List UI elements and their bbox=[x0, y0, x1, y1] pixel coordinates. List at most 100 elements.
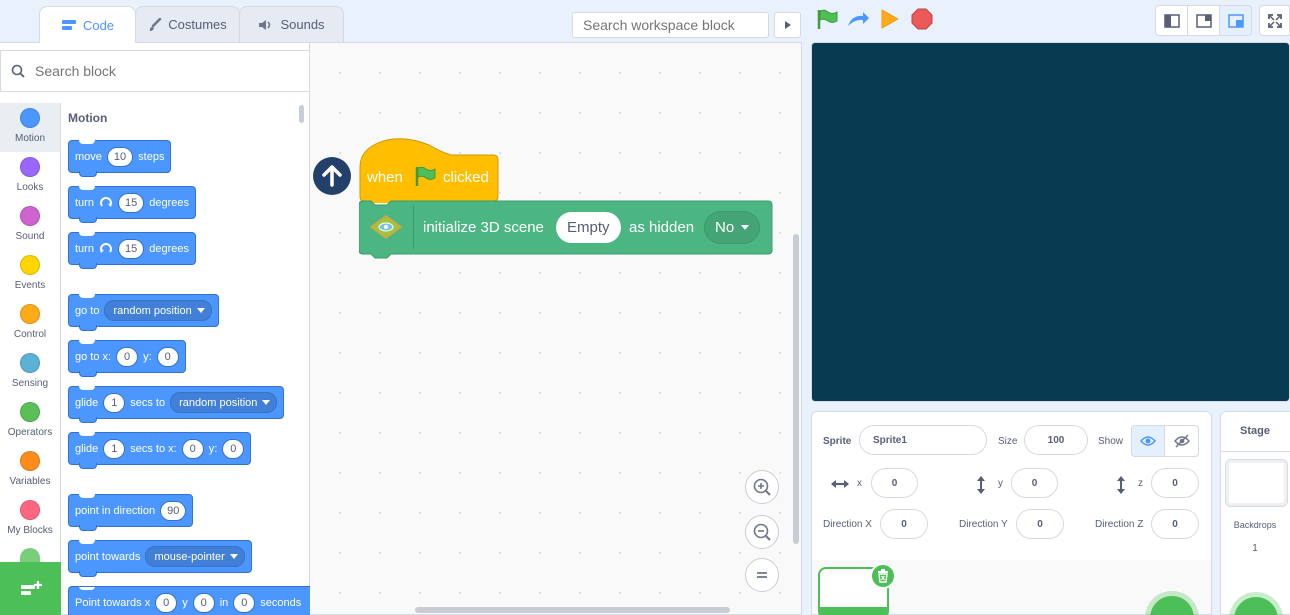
category-motion[interactable]: Motion bbox=[0, 103, 60, 152]
direction-x-input[interactable]: 0 bbox=[880, 509, 928, 539]
direction-input[interactable]: 90 bbox=[160, 500, 187, 521]
normal-stage-button[interactable] bbox=[1187, 5, 1220, 36]
green-flag-icon[interactable] bbox=[816, 8, 838, 30]
fullscreen-button[interactable] bbox=[1259, 5, 1290, 36]
palette-scrollbar[interactable] bbox=[299, 105, 304, 123]
tab-costumes[interactable]: Costumes bbox=[135, 6, 240, 42]
zoom-reset-button[interactable] bbox=[745, 558, 779, 592]
glide-target-dropdown[interactable]: random position bbox=[170, 392, 278, 413]
speaker-icon bbox=[258, 18, 274, 32]
sprite-name-input[interactable]: Sprite1 bbox=[859, 425, 987, 455]
y-input[interactable]: 0 bbox=[156, 346, 179, 367]
initialize-3d-scene-block[interactable]: initialize 3D scene Empty as hidden No bbox=[359, 200, 773, 263]
secs-input[interactable]: 1 bbox=[103, 438, 126, 459]
category-label: Motion bbox=[14, 133, 45, 144]
scene-input[interactable]: Empty bbox=[556, 212, 621, 243]
category-variables[interactable]: Variables bbox=[0, 446, 60, 495]
category-label: Sound bbox=[15, 231, 45, 242]
category-operators[interactable]: Operators bbox=[0, 397, 60, 446]
x-input[interactable]: 0 bbox=[116, 346, 139, 367]
zoom-in-button[interactable] bbox=[745, 470, 779, 504]
tab-sounds-label: Sounds bbox=[280, 17, 325, 32]
y-label: y bbox=[998, 478, 1003, 489]
workspace-vscrollbar[interactable] bbox=[793, 234, 799, 544]
x-position-input[interactable]: 0 bbox=[871, 468, 918, 498]
zoom-out-button[interactable] bbox=[745, 515, 779, 549]
sound-dot-icon bbox=[20, 206, 40, 226]
z-position-input[interactable]: 0 bbox=[1151, 468, 1199, 498]
block-text: point in direction bbox=[75, 504, 156, 517]
stage-title: Stage bbox=[1220, 411, 1290, 452]
block-text: secs to x: bbox=[130, 442, 177, 455]
block-move-steps[interactable]: move 10 steps bbox=[68, 140, 172, 177]
stop-icon[interactable] bbox=[911, 8, 933, 30]
scroll-up-button[interactable] bbox=[313, 157, 351, 195]
block-text: degrees bbox=[149, 242, 189, 255]
play-icon[interactable] bbox=[880, 8, 900, 30]
tab-sounds[interactable]: Sounds bbox=[239, 6, 344, 42]
goto-target-dropdown[interactable]: random position bbox=[104, 300, 212, 321]
block-search-bar[interactable] bbox=[0, 50, 310, 92]
large-stage-button[interactable] bbox=[1219, 5, 1252, 36]
search-icon bbox=[11, 64, 25, 78]
degrees-input[interactable]: 15 bbox=[117, 238, 145, 259]
eye-hidden-icon bbox=[1173, 434, 1190, 448]
block-point-towards[interactable]: point towards mouse-pointer bbox=[68, 540, 252, 577]
y-position-input[interactable]: 0 bbox=[1011, 468, 1058, 498]
add-extension-button[interactable] bbox=[0, 562, 61, 615]
green-flag-icon bbox=[414, 165, 436, 187]
category-looks[interactable]: Looks bbox=[0, 152, 60, 201]
caret-down-icon bbox=[262, 400, 271, 405]
block-point-in-direction[interactable]: point in direction 90 bbox=[68, 494, 194, 531]
hidden-dropdown[interactable]: No bbox=[704, 211, 761, 244]
block-glide-xy[interactable]: glide 1 secs to x: 0 y: 0 bbox=[68, 432, 252, 469]
secs-input[interactable]: 1 bbox=[103, 392, 126, 413]
block-go-to-xy[interactable]: go to x: 0 y: 0 bbox=[68, 340, 186, 377]
block-glide[interactable]: glide 1 secs to random position bbox=[68, 386, 285, 423]
backdrop-thumbnail[interactable] bbox=[1225, 459, 1288, 507]
category-control[interactable]: Control bbox=[0, 299, 60, 348]
block-turn-right[interactable]: turn 15 degrees bbox=[68, 186, 196, 223]
category-label: Sensing bbox=[11, 378, 49, 389]
x-input[interactable]: 0 bbox=[181, 438, 204, 459]
stage-canvas[interactable] bbox=[811, 42, 1290, 402]
point-towards-dropdown[interactable]: mouse-pointer bbox=[145, 546, 245, 567]
arrow-up-icon bbox=[321, 164, 343, 188]
category-events[interactable]: Events bbox=[0, 250, 60, 299]
delete-sprite-button[interactable] bbox=[870, 563, 896, 589]
workspace-search-input[interactable] bbox=[572, 12, 769, 38]
script-workspace[interactable] bbox=[310, 42, 802, 615]
seconds-input[interactable]: 0 bbox=[233, 592, 256, 613]
block-text: turn bbox=[75, 242, 94, 255]
y-input[interactable]: 0 bbox=[192, 592, 215, 613]
block-text: go to bbox=[75, 304, 100, 317]
block-go-to[interactable]: go to random position bbox=[68, 294, 219, 331]
direction-y-input[interactable]: 0 bbox=[1016, 509, 1064, 539]
palette-heading: Motion bbox=[68, 111, 108, 125]
category-sensing[interactable]: Sensing bbox=[0, 348, 60, 397]
workspace-hscrollbar[interactable] bbox=[415, 607, 730, 613]
category-my-blocks[interactable]: My Blocks bbox=[0, 495, 60, 544]
size-input[interactable]: 100 bbox=[1024, 425, 1088, 455]
direction-z-input[interactable]: 0 bbox=[1151, 509, 1199, 539]
dropdown-value: mouse-pointer bbox=[154, 550, 225, 563]
zoom-out-icon bbox=[752, 522, 772, 542]
block-turn-left[interactable]: turn 15 degrees bbox=[68, 232, 196, 269]
block-text: initialize 3D scene bbox=[423, 219, 544, 236]
motion-dot-icon bbox=[20, 108, 40, 128]
hide-sprite-button[interactable] bbox=[1164, 425, 1199, 457]
turbo-arrow-icon[interactable] bbox=[846, 9, 870, 29]
y-input[interactable]: 0 bbox=[222, 438, 245, 459]
block-point-towards-xy[interactable]: Point towards x 0 y 0 in 0 seconds bbox=[68, 586, 310, 615]
tab-code[interactable]: Code bbox=[39, 6, 136, 43]
small-stage-button[interactable] bbox=[1155, 5, 1188, 36]
show-sprite-button[interactable] bbox=[1131, 425, 1165, 457]
dropdown-value: random position bbox=[113, 304, 192, 317]
when-flag-clicked-block[interactable]: when clicked bbox=[359, 137, 499, 203]
block-search-input[interactable] bbox=[35, 63, 275, 79]
category-sound[interactable]: Sound bbox=[0, 201, 60, 250]
x-input[interactable]: 0 bbox=[155, 592, 178, 613]
degrees-input[interactable]: 15 bbox=[117, 192, 145, 213]
steps-input[interactable]: 10 bbox=[106, 146, 134, 167]
workspace-search-button[interactable] bbox=[774, 12, 801, 38]
